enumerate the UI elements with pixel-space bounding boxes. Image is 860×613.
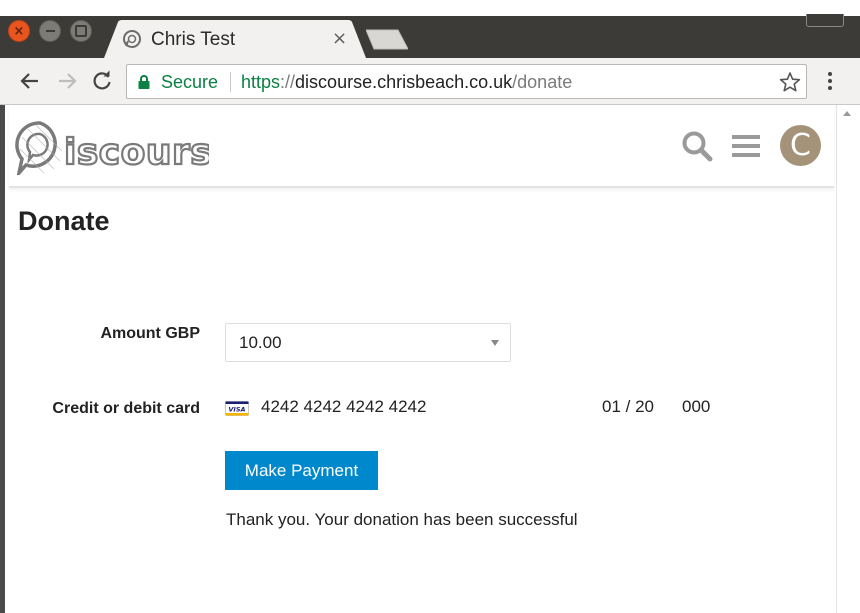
window-maximize-button[interactable] [70,20,92,42]
amount-select[interactable]: 10.00 [225,323,511,362]
url-separator: :// [280,72,296,92]
svg-text:iscourse: iscourse [64,132,209,173]
new-tab-button[interactable] [366,29,408,50]
scroll-up-arrow-icon[interactable] [843,111,851,116]
card-input[interactable]: VISA 4242 4242 4242 4242 01 / 20 000 [225,395,785,421]
minimize-icon [40,21,60,41]
visa-icon: VISA [225,401,249,416]
profile-switcher-button[interactable] [806,14,844,27]
search-icon[interactable] [681,130,713,162]
reload-icon[interactable] [91,70,113,92]
page-title: Donate [18,206,110,236]
window-titlebar: × Chris Test × [0,0,860,58]
vertical-scrollbar[interactable] [836,105,860,613]
browser-tab-active[interactable]: Chris Test × [104,20,366,58]
card-label: Credit or debit card [52,400,200,417]
url-scheme: https [241,72,281,92]
window-close-button[interactable]: × [8,20,30,42]
discourse-favicon-icon [123,30,141,48]
page-viewport: iscourse C Donate Amount GBP 10.00 Credi… [0,105,860,613]
secure-label: Secure [161,72,219,92]
url-text: https://discourse.chrisbeach.co.uk/donat… [241,72,572,93]
maximize-icon [71,21,91,41]
amount-label: Amount GBP [100,325,200,342]
site-header: iscourse C [9,105,834,188]
window-minimize-button[interactable] [39,20,61,42]
url-path: /donate [512,72,573,92]
tab-title: Chris Test [151,29,236,50]
success-message: Thank you. Your donation has been succes… [226,510,578,529]
card-expiry-field[interactable]: 01 / 20 [602,397,654,417]
bookmark-star-icon[interactable] [779,71,801,93]
card-cvc-field[interactable]: 000 [682,397,710,417]
tab-close-icon[interactable]: × [332,28,347,49]
chevron-down-icon [491,340,499,346]
url-host: discourse.chrisbeach.co.uk [295,72,513,92]
forward-arrow-icon[interactable] [56,70,78,92]
user-avatar[interactable]: C [780,125,821,166]
lock-icon [138,75,150,89]
address-bar[interactable]: Secure https://discourse.chrisbeach.co.u… [126,64,807,99]
make-payment-button[interactable]: Make Payment [225,451,378,490]
amount-selected-value: 10.00 [239,333,282,352]
back-arrow-icon[interactable] [19,70,41,92]
address-divider [230,72,231,92]
browser-menu-icon[interactable] [826,71,834,91]
close-icon: × [13,23,25,39]
hamburger-menu-icon[interactable] [731,133,761,159]
browser-toolbar: Secure https://discourse.chrisbeach.co.u… [0,58,860,105]
discourse-logo[interactable]: iscourse [14,117,209,175]
window-left-edge [0,105,5,613]
card-number-field[interactable]: 4242 4242 4242 4242 [261,397,426,417]
svg-text:VISA: VISA [228,405,245,413]
